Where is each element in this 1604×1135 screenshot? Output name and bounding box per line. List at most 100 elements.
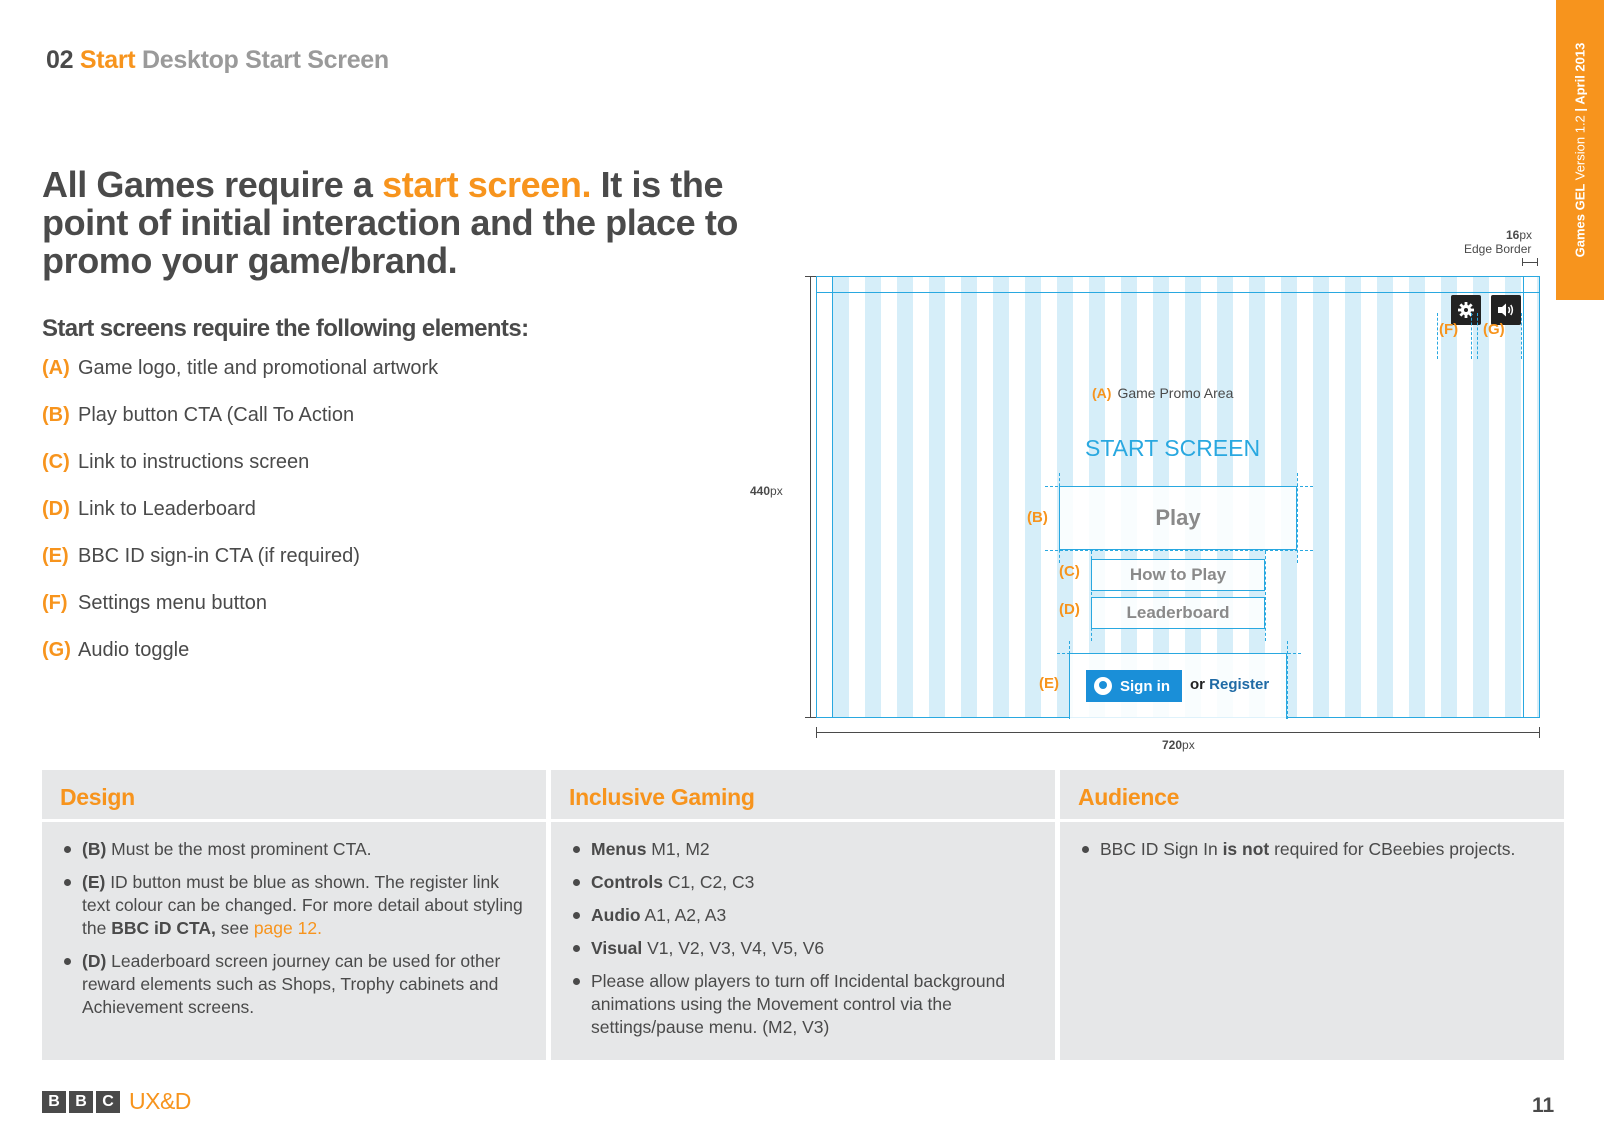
play-button[interactable]: Play: [1059, 486, 1297, 550]
width-dimension-line: [816, 732, 1540, 733]
sign-in-area: Sign in or Register: [1069, 653, 1287, 719]
label-e: (E): [1039, 675, 1059, 692]
start-screen-wireframe: (F) (G) (A) Game Promo Area START SCREEN …: [816, 276, 1540, 719]
bullet-key: (B): [82, 839, 107, 859]
list-item: (F) Settings menu button: [42, 591, 438, 638]
guide-b-bottom: [1045, 550, 1313, 551]
label-d: (D): [1059, 601, 1080, 618]
guide-g-left: [1477, 313, 1478, 359]
bullet-text: M1, M2: [646, 839, 710, 859]
design-panel-title: Design: [42, 770, 546, 822]
bbc-ux-logo: B B C UX&D: [42, 1088, 191, 1115]
gear-icon: [1458, 302, 1474, 318]
guide-g-right: [1521, 313, 1522, 359]
list-item: Please allow players to turn off Inciden…: [571, 970, 1035, 1039]
page-header: 02 Start Desktop Start Screen: [46, 46, 389, 75]
item-key: (B): [42, 404, 70, 426]
logo-letter: B: [69, 1090, 93, 1113]
headline: All Games require a start screen. It is …: [42, 166, 772, 280]
label-a: (A): [1092, 385, 1112, 401]
list-item: (A) Game logo, title and promotional artw…: [42, 356, 438, 403]
logo-suffix: UX&D: [129, 1088, 191, 1114]
inclusive-bullets: Menus M1, M2 Controls C1, C2, C3 Audio A…: [571, 838, 1035, 1039]
bullet-text: see: [215, 918, 254, 938]
list-item: Controls C1, C2, C3: [571, 871, 1035, 894]
section-number: 02: [46, 46, 74, 74]
audience-bullets: BBC ID Sign In is not required for CBeeb…: [1080, 838, 1544, 861]
separator: |: [1572, 107, 1588, 112]
edge-border-marker: [1522, 258, 1538, 266]
how-to-play-button[interactable]: How to Play: [1091, 559, 1265, 591]
design-bullets: (B) Must be the most prominent CTA. (E) …: [62, 838, 526, 1019]
item-key: (G): [42, 639, 71, 661]
edge-guide-left: [832, 277, 833, 717]
item-key: (C): [42, 451, 70, 473]
bullet-bold: BBC iD CTA,: [111, 918, 216, 938]
or-text: or: [1190, 676, 1210, 693]
side-tab: Games GEL Version 1.2 | April 2013: [1556, 0, 1604, 300]
user-icon: [1094, 677, 1112, 695]
height-dimension: 440px: [750, 484, 783, 498]
guide-b-right: [1297, 473, 1298, 563]
section-name: Start: [79, 46, 136, 74]
elements-list: (A) Game logo, title and promotional artw…: [42, 356, 438, 685]
logo-letter: C: [96, 1090, 120, 1113]
speaker-icon: [1498, 303, 1514, 317]
game-promo-area: (A) Game Promo Area: [1092, 385, 1233, 401]
item-text: BBC ID sign-in CTA (if required): [78, 545, 360, 567]
side-tab-text: Games GEL Version 1.2 | April 2013: [1573, 43, 1588, 258]
sign-in-label: Sign in: [1120, 677, 1170, 695]
height-dimension-line: [810, 276, 811, 718]
page-title: Desktop Start Screen: [142, 46, 389, 74]
width-dimension: 720px: [1162, 738, 1195, 752]
leaderboard-button[interactable]: Leaderboard: [1091, 597, 1265, 629]
height-tick-top: [805, 276, 816, 277]
bullet-text: BBC ID Sign In: [1100, 839, 1223, 859]
item-key: (E): [42, 545, 69, 567]
headline-highlight: start screen.: [382, 164, 592, 205]
page-number: 11: [1532, 1094, 1555, 1117]
promo-area-text: Game Promo Area: [1117, 385, 1234, 401]
item-text: Audio toggle: [78, 639, 190, 661]
bullet-text: Please allow players to turn off Inciden…: [591, 971, 1006, 1037]
list-item: (G) Audio toggle: [42, 638, 438, 685]
bullet-text: C1, C2, C3: [662, 872, 755, 892]
width-tick-left: [816, 727, 817, 738]
start-screen-title: START SCREEN: [1085, 435, 1261, 461]
subheading: Start screens require the following elem…: [42, 315, 529, 342]
design-panel: Design (B) Must be the most prominent CT…: [42, 770, 546, 1060]
bullet-text: required for CBeebies projects.: [1269, 839, 1516, 859]
register-text: or Register: [1190, 676, 1269, 693]
page-link[interactable]: page 12.: [254, 918, 322, 938]
sign-in-button[interactable]: Sign in: [1086, 670, 1182, 702]
bullet-bold: is not: [1222, 839, 1270, 859]
bullet-key: (D): [82, 951, 107, 971]
doc-version: Version 1.2: [1572, 115, 1588, 181]
height-tick-bottom: [805, 717, 816, 718]
list-item: Visual V1, V2, V3, V4, V5, V6: [571, 937, 1035, 960]
edge-guide-top: [817, 292, 1539, 293]
item-text: Play button CTA (Call To Action: [78, 404, 355, 426]
inclusive-gaming-panel: Inclusive Gaming Menus M1, M2 Controls C…: [551, 770, 1055, 1060]
bullet-bold: Controls: [591, 872, 663, 892]
doc-name: Games GEL: [1572, 183, 1588, 258]
edge-guide-right: [1523, 277, 1524, 717]
list-item: (B) Play button CTA (Call To Action: [42, 403, 438, 450]
bullet-text: Leaderboard screen journey can be used f…: [82, 951, 501, 1017]
list-item: BBC ID Sign In is not required for CBeeb…: [1080, 838, 1544, 861]
width-tick-right: [1539, 727, 1540, 738]
register-link[interactable]: Register: [1209, 676, 1269, 693]
item-text: Link to Leaderboard: [78, 498, 256, 520]
list-item: (E) ID button must be blue as shown. The…: [62, 871, 526, 940]
list-item: (D) Leaderboard screen journey can be us…: [62, 950, 526, 1019]
list-item: (B) Must be the most prominent CTA.: [62, 838, 526, 861]
audience-panel-title: Audience: [1060, 770, 1564, 822]
list-item: Audio A1, A2, A3: [571, 904, 1035, 927]
bullet-text: A1, A2, A3: [640, 905, 727, 925]
logo-letter: B: [42, 1090, 66, 1113]
edge-border-value: 16px: [1506, 228, 1533, 242]
label-c: (C): [1059, 563, 1080, 580]
item-key: (A): [42, 357, 70, 379]
item-key: (D): [42, 498, 70, 520]
bullet-bold: Audio: [591, 905, 641, 925]
